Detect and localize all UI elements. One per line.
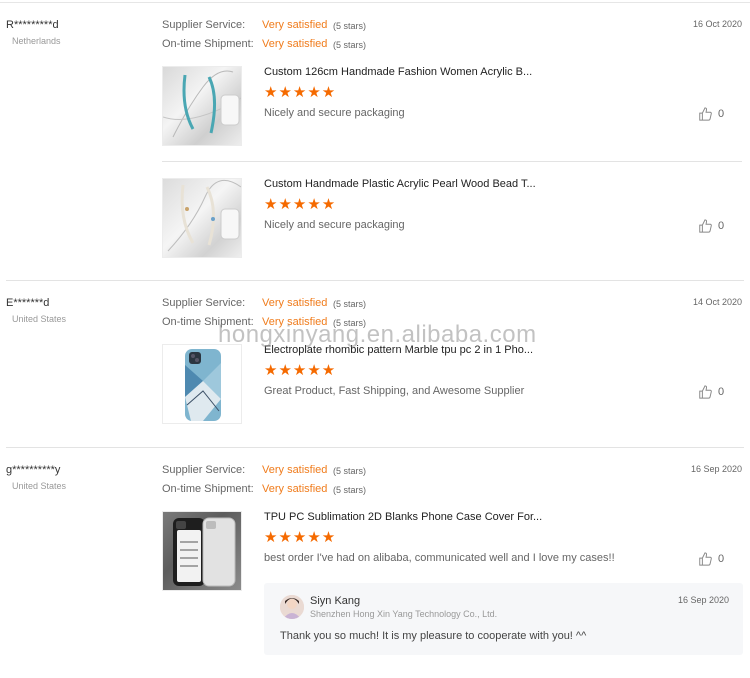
review-date: 14 Oct 2020 bbox=[692, 297, 742, 307]
product-title[interactable]: Custom 126cm Handmade Fashion Women Acry… bbox=[264, 66, 532, 78]
review-comment: Nicely and secure packaging bbox=[264, 107, 405, 119]
like-count: 0 bbox=[718, 386, 725, 398]
supplier-service-label: Supplier Service: bbox=[162, 297, 246, 309]
like-button[interactable]: 0 bbox=[698, 219, 742, 233]
buyer-name: E*******d bbox=[6, 297, 50, 309]
buyer-country: United States bbox=[12, 481, 67, 491]
supplier-service-value: Very satisfied bbox=[262, 464, 328, 476]
product-thumbnail[interactable] bbox=[162, 344, 242, 424]
like-button[interactable]: 0 bbox=[698, 107, 742, 121]
like-count: 0 bbox=[718, 108, 725, 120]
top-divider bbox=[0, 2, 750, 3]
reply-text: Thank you so much! It is my pleasure to … bbox=[280, 630, 587, 642]
like-count: 0 bbox=[718, 220, 725, 232]
buyer-name: g**********y bbox=[6, 464, 61, 476]
rating-stars: ★★★★★ bbox=[264, 84, 337, 101]
product-divider bbox=[162, 161, 742, 162]
product-thumbnail[interactable] bbox=[162, 178, 242, 258]
avatar bbox=[280, 595, 304, 619]
like-count: 0 bbox=[718, 553, 725, 565]
review-date: 16 Sep 2020 bbox=[690, 464, 742, 474]
review-comment: Great Product, Fast Shipping, and Awesom… bbox=[264, 385, 525, 397]
supplier-service-label: Supplier Service: bbox=[162, 19, 246, 31]
product-title[interactable]: Custom Handmade Plastic Acrylic Pearl Wo… bbox=[264, 178, 536, 190]
like-button[interactable]: 0 bbox=[698, 552, 742, 566]
supplier-reply: Siyn Kang Shenzhen Hong Xin Yang Technol… bbox=[264, 583, 743, 655]
review-divider bbox=[6, 280, 744, 281]
buyer-country: Netherlands bbox=[12, 36, 61, 46]
thumbs-up-icon bbox=[699, 107, 712, 121]
reply-company: Shenzhen Hong Xin Yang Technology Co., L… bbox=[310, 609, 498, 619]
product-title[interactable]: TPU PC Sublimation 2D Blanks Phone Case … bbox=[264, 511, 542, 523]
shipment-value: Very satisfied bbox=[262, 483, 328, 495]
review-comment: best order I've had on alibaba, communic… bbox=[264, 552, 615, 564]
rating-stars: ★★★★★ bbox=[264, 362, 337, 379]
thumbs-up-icon bbox=[699, 552, 712, 566]
shipment-value: Very satisfied bbox=[262, 38, 328, 50]
reply-date: 16 Sep 2020 bbox=[677, 595, 729, 605]
supplier-service-label: Supplier Service: bbox=[162, 464, 246, 476]
watermark: hongxinyang.en.alibaba.com bbox=[218, 321, 537, 348]
shipment-label: On-time Shipment: bbox=[162, 38, 254, 50]
rating-stars: ★★★★★ bbox=[264, 196, 337, 213]
reply-author-name: Siyn Kang bbox=[310, 595, 361, 607]
rating-stars: ★★★★★ bbox=[264, 529, 337, 546]
supplier-service-stars: (5 stars) bbox=[333, 21, 367, 31]
shipment-stars: (5 stars) bbox=[333, 485, 367, 495]
supplier-service-value: Very satisfied bbox=[262, 297, 328, 309]
thumbs-up-icon bbox=[699, 219, 712, 233]
supplier-service-stars: (5 stars) bbox=[333, 466, 367, 476]
buyer-country: United States bbox=[12, 314, 67, 324]
review-divider bbox=[6, 447, 744, 448]
shipment-label: On-time Shipment: bbox=[162, 483, 254, 495]
shipment-stars: (5 stars) bbox=[333, 40, 367, 50]
like-button[interactable]: 0 bbox=[698, 385, 742, 399]
thumbs-up-icon bbox=[699, 385, 712, 399]
supplier-service-stars: (5 stars) bbox=[333, 299, 367, 309]
buyer-name: R*********d bbox=[6, 19, 59, 31]
review-comment: Nicely and secure packaging bbox=[264, 219, 405, 231]
product-thumbnail[interactable] bbox=[162, 66, 242, 146]
product-thumbnail[interactable] bbox=[162, 511, 242, 591]
review-date: 16 Oct 2020 bbox=[692, 19, 742, 29]
supplier-service-value: Very satisfied bbox=[262, 19, 328, 31]
